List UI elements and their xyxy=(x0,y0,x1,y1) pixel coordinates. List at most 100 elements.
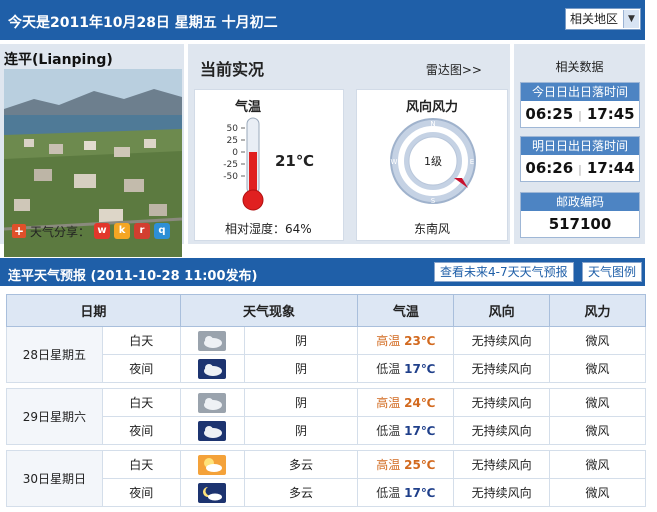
period: 白天 xyxy=(101,326,181,355)
temp-label: 高温 xyxy=(376,334,401,348)
table-header-row: 日期 天气现象 气温 风向 风力 xyxy=(6,294,646,327)
period: 夜间 xyxy=(101,478,181,507)
region-select-label: 相关地区 xyxy=(570,12,619,26)
wind-level: 1级 xyxy=(424,155,442,168)
related-data-panel: 相关数据 今日日出日落时间 06:25 | 17:45 明日日出日落时间 06:26… xyxy=(514,44,645,244)
forecast-4-7-days-button[interactable]: 查看未来4-7天天气预报 xyxy=(434,262,574,282)
today-sun-box: 今日日出日落时间 06:25 | 17:45 xyxy=(520,82,640,128)
forecast-bar: 连平天气预报 (2011-10-28 11:00发布) 查看未来4-7天天气预报… xyxy=(0,258,645,286)
plus-icon[interactable]: + xyxy=(12,224,26,238)
temp-label: 低温 xyxy=(376,424,401,438)
forecast-date: 29日星期六 xyxy=(6,388,103,445)
temp-tick: 0 xyxy=(232,148,238,158)
today-sunrise: 06:25 xyxy=(525,105,574,123)
temp-label: 高温 xyxy=(376,396,401,410)
current-conditions-panel: 当前实况 雷达图>> 气温 50 25 0 -25 -50 21℃ 相对湿度：6… xyxy=(188,44,510,244)
related-data-title: 相关数据 xyxy=(555,60,604,74)
current-date-text: 今天是2011年10月28日 星期五 十月初二 xyxy=(8,15,278,31)
col-wind-force: 风力 xyxy=(549,294,646,327)
temp-tick: -50 xyxy=(223,172,238,182)
temperature-panel: 气温 50 25 0 -25 -50 21℃ 相对湿度：64% xyxy=(194,89,344,241)
renren-icon[interactable]: r xyxy=(134,223,151,239)
weibo-icon[interactable]: w xyxy=(94,223,111,239)
period: 白天 xyxy=(101,450,181,479)
forecast-title: 连平天气预报 (2011-10-28 11:00发布) xyxy=(8,269,258,284)
weather-text: 阴 xyxy=(243,388,359,417)
cloudy-night-icon xyxy=(198,358,227,379)
city-panel: 连平(Lianping) xyxy=(0,44,184,257)
forecast-date: 30日星期日 xyxy=(6,450,103,507)
forecast-date: 28日星期五 xyxy=(6,326,103,383)
partly-cloudy-night-icon xyxy=(198,482,227,503)
share-label: 天气分享： xyxy=(30,224,91,239)
wind-force: 微风 xyxy=(549,326,646,355)
wind-force: 微风 xyxy=(549,450,646,479)
table-row: 30日星期日 白天 多云 高温 25℃ 无持续风向 微风 xyxy=(6,450,646,507)
tomorrow-sun-label: 明日日出日落时间 xyxy=(521,137,639,155)
wind-force: 微风 xyxy=(549,416,646,445)
temp-value: 17℃ xyxy=(404,424,436,438)
chevron-down-icon[interactable]: ▼ xyxy=(623,10,639,28)
qzone-icon[interactable]: q xyxy=(154,223,171,239)
postal-code-box: 邮政编码 517100 xyxy=(520,192,640,238)
col-wind-dir: 风向 xyxy=(453,294,551,327)
wind-title: 风向风力 xyxy=(405,100,458,115)
compass-w: W xyxy=(391,158,398,166)
temp-label: 高温 xyxy=(376,458,401,472)
kaixin-icon[interactable]: k xyxy=(114,223,131,239)
current-temperature: 21℃ xyxy=(275,152,315,170)
wind-panel: 风向风力 N E S W 1级 东南风 xyxy=(356,89,508,241)
weather-text: 多云 xyxy=(243,478,359,507)
period: 白天 xyxy=(101,388,181,417)
cloudy-night-icon xyxy=(198,420,227,441)
temp-label: 低温 xyxy=(376,362,401,376)
share-bar: + 天气分享： w k r q xyxy=(12,222,171,240)
weather-legend-button[interactable]: 天气图例 xyxy=(582,262,643,282)
table-row: 夜间 多云 低温 17℃ 无持续风向 微风 xyxy=(7,478,646,507)
period: 夜间 xyxy=(101,416,181,445)
tomorrow-sun-box: 明日日出日落时间 06:26 | 17:44 xyxy=(520,136,640,182)
table-row: 夜间 阴 低温 17℃ 无持续风向 微风 xyxy=(7,354,646,383)
temp-value: 17℃ xyxy=(404,362,436,376)
temp-label: 低温 xyxy=(376,486,401,500)
top-date-bar: 今天是2011年10月28日 星期五 十月初二 相关地区 ▼ xyxy=(0,0,645,40)
wind-dir: 无持续风向 xyxy=(453,388,551,417)
table-row: 夜间 阴 低温 17℃ 无持续风向 微风 xyxy=(7,416,646,445)
temperature-title: 气温 xyxy=(235,100,262,115)
partly-cloudy-day-icon xyxy=(198,454,227,475)
period: 夜间 xyxy=(101,354,181,383)
wind-dir: 无持续风向 xyxy=(453,326,551,355)
today-sunset: 17:45 xyxy=(586,105,635,123)
wind-dir: 无持续风向 xyxy=(453,478,551,507)
table-row: 28日星期五 白天 阴 高温 23℃ 无持续风向 微风 xyxy=(6,326,646,383)
compass-e: E xyxy=(470,158,474,166)
cloudy-icon xyxy=(198,330,227,351)
temp-value: 24℃ xyxy=(404,396,436,410)
wind-direction: 东南风 xyxy=(413,222,450,236)
temp-tick: -25 xyxy=(223,160,238,170)
col-date: 日期 xyxy=(6,294,181,327)
weather-text: 阴 xyxy=(243,326,359,355)
temp-value: 25℃ xyxy=(404,458,436,472)
wind-dir: 无持续风向 xyxy=(453,354,551,383)
radar-link[interactable]: 雷达图>> xyxy=(426,61,482,78)
compass-n: N xyxy=(430,120,435,128)
compass-s: S xyxy=(431,197,436,205)
today-sun-label: 今日日出日落时间 xyxy=(521,83,639,101)
postal-code: 517100 xyxy=(548,215,612,233)
wind-dir: 无持续风向 xyxy=(453,416,551,445)
thermometer-icon: 50 25 0 -25 -50 xyxy=(223,117,264,211)
weather-text: 阴 xyxy=(243,416,359,445)
wind-force: 微风 xyxy=(549,388,646,417)
temp-tick: 25 xyxy=(227,136,238,146)
wind-force: 微风 xyxy=(549,478,646,507)
wind-force: 微风 xyxy=(549,354,646,383)
relative-humidity: 相对湿度：64% xyxy=(225,222,312,236)
weather-text: 阴 xyxy=(243,354,359,383)
current-conditions-title: 当前实况 xyxy=(200,60,265,79)
region-select[interactable]: 相关地区 ▼ xyxy=(565,8,641,30)
city-name: 连平(Lianping) xyxy=(4,52,113,68)
wind-dir: 无持续风向 xyxy=(453,450,551,479)
col-weather: 天气现象 xyxy=(179,294,359,327)
weather-text: 多云 xyxy=(243,450,359,479)
